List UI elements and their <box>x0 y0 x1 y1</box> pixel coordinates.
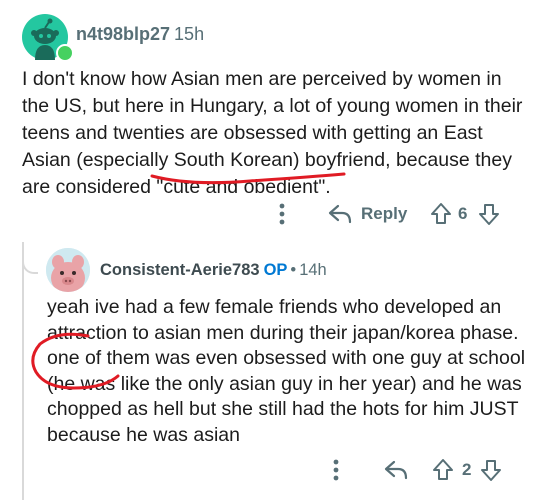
upvote-arrow-icon <box>431 203 451 224</box>
vote-count: 2 <box>462 454 471 486</box>
pink-character-avatar-icon <box>46 248 90 292</box>
downvote-button[interactable] <box>478 198 500 230</box>
timestamp: 15h <box>174 24 205 44</box>
op-badge: OP <box>263 261 288 279</box>
more-options-button[interactable] <box>276 198 288 230</box>
thread-elbow <box>22 242 38 274</box>
more-vertical-icon <box>333 459 339 481</box>
username[interactable]: Consistent-Aerie783 <box>100 261 260 279</box>
red-circle-annotation <box>31 332 120 390</box>
comment-actions: Reply 6 <box>272 198 532 230</box>
comment-meta: n4t98blp27 15h <box>76 24 204 45</box>
reply-arrow-icon <box>384 460 408 480</box>
vote-count: 6 <box>458 198 467 230</box>
comment-actions: 2 <box>322 454 532 486</box>
vote-count-value: 6 <box>458 204 468 223</box>
red-underline-annotation <box>150 172 346 185</box>
reply-button[interactable] <box>384 454 408 486</box>
more-vertical-icon <box>279 203 285 225</box>
upvote-button[interactable] <box>430 198 452 230</box>
avatar[interactable] <box>46 248 90 292</box>
timestamp: 14h <box>299 261 327 279</box>
vote-count-value: 2 <box>462 460 472 479</box>
comment-meta: Consistent-Aerie783 OP • 14h <box>100 261 327 280</box>
username[interactable]: n4t98blp27 <box>76 24 170 44</box>
online-status-dot <box>56 44 74 62</box>
downvote-button[interactable] <box>480 454 502 486</box>
reply-label: Reply <box>361 204 408 223</box>
thread-line <box>22 242 24 500</box>
separator-dot: • <box>290 261 297 279</box>
upvote-arrow-icon <box>433 459 453 480</box>
comment-thread: n4t98blp27 15h I don't know how Asian men… <box>0 0 547 500</box>
reply-arrow-icon <box>328 204 352 224</box>
reply-button[interactable]: Reply <box>328 198 407 230</box>
more-options-button[interactable] <box>330 454 342 486</box>
upvote-button[interactable] <box>432 454 454 486</box>
downvote-arrow-icon <box>481 460 501 481</box>
downvote-arrow-icon <box>479 204 499 225</box>
